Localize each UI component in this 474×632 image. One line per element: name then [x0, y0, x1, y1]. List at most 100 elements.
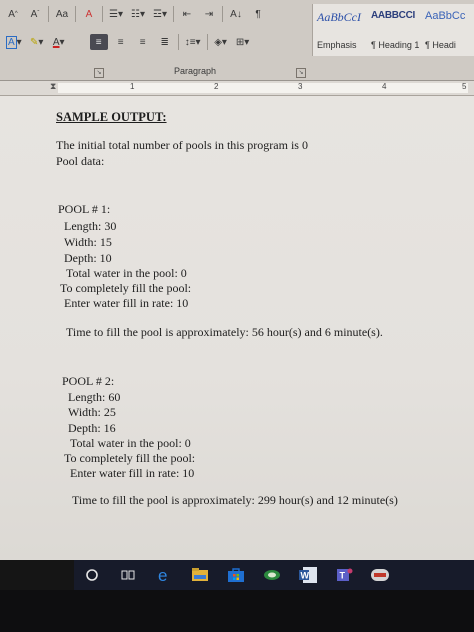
style-name: ¶ Headi	[425, 40, 456, 50]
highlight-button[interactable]: ✎ ▾	[28, 34, 46, 50]
shading-button[interactable]: ◈ ▾	[212, 34, 230, 50]
sample-output-heading: SAMPLE OUTPUT:	[56, 110, 167, 124]
font-color-label: A	[52, 36, 60, 48]
pool2-length: Length: 60	[68, 390, 121, 404]
pool2-width: Width: 25	[68, 405, 116, 419]
taskbar: e W T	[74, 560, 474, 590]
ruler-number: 1	[130, 82, 135, 91]
intro-line: The initial total number of pools in thi…	[56, 138, 308, 152]
styles-gallery: AaBbCcI Emphasis AABBCCI ¶ Heading 1 AaB…	[312, 4, 474, 56]
justify-icon: ≣	[160, 36, 169, 48]
pool1-fill-rate: Enter water fill in rate: 10	[64, 296, 189, 310]
indent-marker[interactable]: ⧗	[50, 81, 58, 95]
pool-data-label: Pool data:	[56, 154, 105, 168]
photos-icon[interactable]	[254, 560, 290, 590]
screen-bezel-left	[0, 560, 74, 590]
ruler-number: 3	[298, 82, 303, 91]
show-formatting-button[interactable]: ¶	[249, 6, 267, 22]
paragraph-group-label: Paragraph	[174, 66, 217, 76]
bullets-icon: ☰	[109, 8, 118, 20]
separator	[75, 6, 76, 22]
style-emphasis[interactable]: AaBbCcI Emphasis	[313, 4, 367, 56]
ribbon-row-bottom: A ▾ ✎ ▾ A ▾ ≡ ≡ ≡ ≣ ↕≡ ▾ ◈ ▾ ⊞ ▾	[4, 34, 252, 50]
font-color-button[interactable]: A ▾	[50, 34, 68, 50]
text-effects-button[interactable]: A ▾	[4, 34, 24, 50]
teams-icon[interactable]: T	[326, 560, 362, 590]
bullets-button[interactable]: ☰ ▾	[107, 6, 125, 22]
font-dialog-launcher[interactable]: ↘	[94, 68, 104, 78]
document-page[interactable]: SAMPLE OUTPUT: The initial total number …	[0, 96, 474, 560]
ruler-number: 4	[382, 82, 387, 91]
svg-text:e: e	[158, 566, 167, 584]
align-center-button[interactable]: ≡	[112, 34, 130, 50]
borders-icon: ⊞	[235, 36, 245, 48]
separator	[173, 6, 174, 22]
pool1-length: Length: 30	[64, 219, 117, 233]
horizontal-ruler[interactable]: ⧗ 1 2 3 4 5	[0, 81, 474, 96]
ribbon: A ^ Aˇ Aa A ☰ ▾ ☷ ▾ ☲ ▾ ⇤ ⇥ A↓ ¶ A ▾ ✎ ▾ A ▾ ≡ …	[0, 0, 474, 81]
pool2-depth: Depth: 16	[68, 421, 116, 435]
multilevel-list-icon: ☲	[153, 8, 162, 20]
change-case-button[interactable]: Aa	[53, 6, 71, 22]
pool1-to-fill: To completely fill the pool:	[60, 281, 192, 295]
file-explorer-icon[interactable]	[182, 560, 218, 590]
style-name: ¶ Heading 1	[371, 40, 420, 50]
decrease-indent-icon: ⇤	[182, 8, 192, 20]
align-right-button[interactable]: ≡	[134, 34, 152, 50]
pool1-total-water: Total water in the pool: 0	[66, 266, 187, 280]
cortana-icon[interactable]	[74, 560, 110, 590]
word-icon[interactable]: W	[290, 560, 326, 590]
sort-button[interactable]: A↓	[227, 6, 245, 22]
pool1-title: POOL # 1:	[58, 202, 111, 216]
style-heading-2[interactable]: AaBbCc ¶ Headi	[421, 4, 474, 56]
pool2-time: Time to fill the pool is approximately: …	[72, 493, 398, 507]
ruler-text-area	[58, 83, 468, 93]
task-view-icon[interactable]	[110, 560, 146, 590]
clear-formatting-button[interactable]: A	[80, 6, 98, 22]
style-preview: AaBbCcI	[317, 10, 361, 24]
increase-indent-button[interactable]: ⇥	[200, 6, 218, 22]
separator	[48, 6, 49, 22]
decrease-indent-button[interactable]: ⇤	[178, 6, 196, 22]
justify-button[interactable]: ≣	[156, 34, 174, 50]
numbering-icon: ☷	[131, 8, 140, 20]
pool2-fill-rate: Enter water fill in rate: 10	[70, 466, 195, 480]
numbering-button[interactable]: ☷ ▾	[129, 6, 147, 22]
borders-button[interactable]: ⊞ ▾	[234, 34, 252, 50]
style-name: Emphasis	[317, 40, 357, 50]
ruler-number: 2	[214, 82, 219, 91]
grow-font-button[interactable]: A ^	[4, 6, 22, 22]
edge-icon[interactable]: e	[146, 560, 182, 590]
screen-bezel-bottom	[0, 590, 474, 632]
pool2-title: POOL # 2:	[62, 374, 115, 388]
svg-text:W: W	[301, 571, 310, 581]
style-preview: AABBCCI	[371, 10, 416, 21]
shrink-font-button[interactable]: Aˇ	[26, 6, 44, 22]
increase-indent-icon: ⇥	[204, 8, 214, 20]
line-spacing-icon: ↕≡	[184, 36, 196, 48]
ribbon-row-top: A ^ Aˇ Aa A ☰ ▾ ☷ ▾ ☲ ▾ ⇤ ⇥ A↓ ¶	[4, 6, 267, 22]
separator	[102, 6, 103, 22]
align-left-button[interactable]: ≡	[89, 34, 108, 50]
store-icon[interactable]	[218, 560, 254, 590]
paragraph-dialog-launcher[interactable]: ↘	[296, 68, 306, 78]
line-spacing-button[interactable]: ↕≡ ▾	[183, 34, 203, 50]
align-center-icon: ≡	[117, 36, 124, 48]
separator	[177, 34, 179, 50]
align-right-icon: ≡	[139, 36, 146, 48]
highlighter-icon: ✎	[29, 36, 39, 48]
separator	[206, 34, 208, 50]
svg-text:T: T	[340, 571, 346, 581]
app-icon[interactable]	[362, 560, 398, 590]
pool2-total-water: Total water in the pool: 0	[70, 436, 191, 450]
multilevel-list-button[interactable]: ☲ ▾	[151, 6, 169, 22]
ruler-number: 5	[462, 82, 467, 91]
separator	[222, 6, 223, 22]
pool1-depth: Depth: 10	[64, 251, 112, 265]
grow-font-label: A	[8, 8, 15, 20]
align-left-icon: ≡	[95, 36, 102, 48]
pool1-time: Time to fill the pool is approximately: …	[66, 325, 383, 339]
text-effects-icon: A	[6, 35, 17, 49]
shrink-font-label: A	[30, 8, 38, 20]
style-heading-1[interactable]: AABBCCI ¶ Heading 1	[367, 4, 421, 56]
